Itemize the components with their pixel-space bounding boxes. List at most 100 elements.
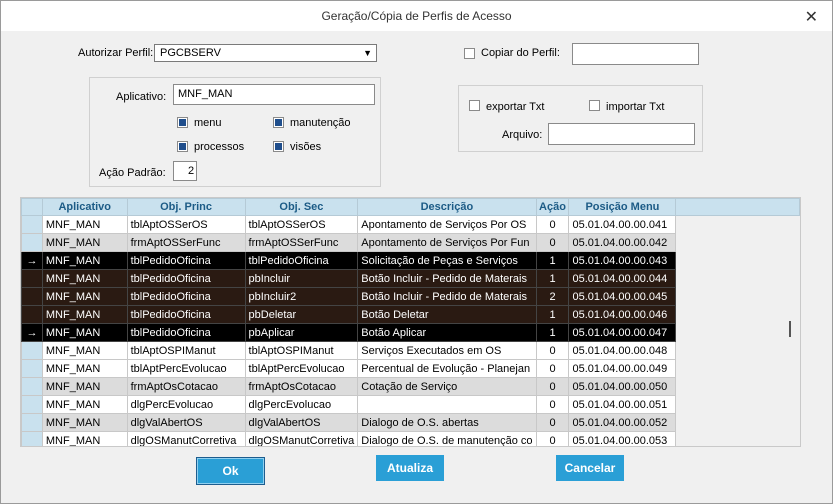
table-row[interactable]: MNF_MAN dlgValAbertOS dlgValAbertOS Dialogo… [21,413,800,432]
cell-posicao-menu: 05.01.04.00.00.043 [568,251,677,270]
cell-descricao: Botão Deletar [357,305,537,324]
cell-descricao: Botão Incluir - Pedido de Materais [357,287,537,306]
table-row[interactable]: MNF_MAN tblPedidoOficina pbIncluir2 Botão I… [21,287,800,306]
cell-descricao: Botão Incluir - Pedido de Materais [357,269,537,288]
cell-obj-princ: tblPedidoOficina [126,305,246,324]
row-indicator [21,269,43,288]
cell-obj-sec: dlgValAbertOS [244,413,359,432]
grid-scrollbar[interactable] [789,321,791,337]
acao-padrao-field[interactable]: 2 [173,161,197,181]
exportar-txt-checkbox[interactable] [469,100,480,111]
cell-filler [675,377,800,396]
cell-acao: 0 [535,431,570,446]
cell-aplicativo: MNF_MAN [41,305,128,324]
cell-obj-sec: tblAptPercEvolucao [244,359,359,378]
cell-filler [675,287,800,306]
table-row[interactable]: MNF_MAN dlgPercEvolucao dlgPercEvolucao 0 05… [21,395,800,414]
copiar-perfil-checkbox[interactable] [464,48,475,59]
header-descricao[interactable]: Descrição [357,198,537,216]
cell-obj-sec: dlgOSManutCorretiva [244,431,359,446]
cell-posicao-menu: 05.01.04.00.00.041 [568,215,677,234]
dialog-window: Geração/Cópia de Perfis de Acesso ✕ Auto… [0,0,833,504]
cell-aplicativo: MNF_MAN [41,269,128,288]
cell-aplicativo: MNF_MAN [41,323,128,342]
cell-filler [675,431,800,446]
close-icon[interactable]: ✕ [805,7,818,27]
cell-posicao-menu: 05.01.04.00.00.052 [568,413,677,432]
visoes-checkbox[interactable] [273,141,284,152]
cell-aplicativo: MNF_MAN [41,251,128,270]
title-bar: Geração/Cópia de Perfis de Acesso ✕ [1,1,832,31]
cell-aplicativo: MNF_MAN [41,341,128,360]
cell-aplicativo: MNF_MAN [41,359,128,378]
importar-txt-checkbox[interactable] [589,100,600,111]
table-row[interactable]: MNF_MAN dlgOSManutCorretiva dlgOSManutCorr… [21,431,800,446]
atualiza-button[interactable]: Atualiza [376,455,444,481]
cell-filler [675,215,800,234]
cell-acao: 1 [535,323,570,342]
chevron-down-icon[interactable]: ▼ [363,48,372,58]
perfis-grid[interactable]: Aplicativo Obj. Princ Obj. Sec Descrição… [20,197,801,447]
autorizar-perfil-select[interactable]: PGCBSERV ▼ [154,44,377,62]
header-posicao-menu[interactable]: Posição Menu [568,198,677,216]
cell-aplicativo: MNF_MAN [41,215,128,234]
row-indicator [21,305,43,324]
aplicativo-label: Aplicativo: [116,91,167,103]
cell-filler [675,305,800,324]
cell-posicao-menu: 05.01.04.00.00.045 [568,287,677,306]
cancelar-button[interactable]: Cancelar [556,455,624,481]
cell-filler [675,269,800,288]
table-row[interactable]: → MNF_MAN tblPedidoOficina tblPedidoOficina… [21,251,800,270]
row-pointer-icon: → [21,251,43,270]
table-row[interactable]: → MNF_MAN tblPedidoOficina pbAplicar Botão A… [21,323,800,342]
cell-posicao-menu: 05.01.04.00.00.047 [568,323,677,342]
row-indicator [21,431,43,446]
cell-descricao: Serviços Executados em OS [357,341,537,360]
copiar-perfil-label: Copiar do Perfil: [481,47,560,59]
cell-obj-princ: dlgOSManutCorretiva [126,431,246,446]
manutencao-checkbox[interactable] [273,117,284,128]
table-header-row: Aplicativo Obj. Princ Obj. Sec Descrição… [21,198,800,216]
cell-filler [675,413,800,432]
cell-obj-princ: frmAptOSSerFunc [126,233,246,252]
table-row[interactable]: MNF_MAN tblAptPercEvolucao tblAptPercEvolu… [21,359,800,378]
processos-checkbox[interactable] [177,141,188,152]
cell-posicao-menu: 05.01.04.00.00.051 [568,395,677,414]
cell-obj-princ: dlgPercEvolucao [126,395,246,414]
cell-aplicativo: MNF_MAN [41,287,128,306]
table-row[interactable]: MNF_MAN frmAptOsCotacao frmAptOsCotacao Cot… [21,377,800,396]
copiar-perfil-field[interactable] [572,43,699,65]
cell-descricao: Percentual de Evolução - Planejan [357,359,537,378]
row-indicator [21,377,43,396]
cell-obj-sec: tblAptOSSerOS [244,215,359,234]
autorizar-perfil-label: Autorizar Perfil: [78,47,154,59]
aplicativo-field[interactable]: MNF_MAN [173,84,375,105]
header-acao[interactable]: Ação [535,198,570,216]
table-row[interactable]: MNF_MAN tblPedidoOficina pbIncluir Botão In… [21,269,800,288]
cell-obj-sec: pbIncluir2 [244,287,359,306]
menu-checkbox[interactable] [177,117,188,128]
cell-obj-sec: frmAptOsCotacao [244,377,359,396]
row-indicator [21,233,43,252]
ok-button[interactable]: Ok [196,457,265,485]
header-obj-princ[interactable]: Obj. Princ [126,198,246,216]
cell-posicao-menu: 05.01.04.00.00.048 [568,341,677,360]
cell-acao: 0 [535,413,570,432]
row-indicator [21,395,43,414]
header-aplicativo[interactable]: Aplicativo [41,198,128,216]
cell-aplicativo: MNF_MAN [41,431,128,446]
row-indicator [21,287,43,306]
header-obj-sec[interactable]: Obj. Sec [244,198,359,216]
cell-obj-princ: tblPedidoOficina [126,323,246,342]
cell-posicao-menu: 05.01.04.00.00.049 [568,359,677,378]
arquivo-field[interactable] [548,123,695,145]
table-row[interactable]: MNF_MAN frmAptOSSerFunc frmAptOSSerFunc Apo… [21,233,800,252]
table-row[interactable]: MNF_MAN tblAptOSSerOS tblAptOSSerOS Apontam… [21,215,800,234]
table-row[interactable]: MNF_MAN tblPedidoOficina pbDeletar Botão De… [21,305,800,324]
cell-acao: 0 [535,377,570,396]
cell-aplicativo: MNF_MAN [41,413,128,432]
cell-filler [675,251,800,270]
table-row[interactable]: MNF_MAN tblAptOSPIManut tblAptOSPIManut Ser… [21,341,800,360]
cell-filler [675,395,800,414]
cell-descricao: Cotação de Serviço [357,377,537,396]
